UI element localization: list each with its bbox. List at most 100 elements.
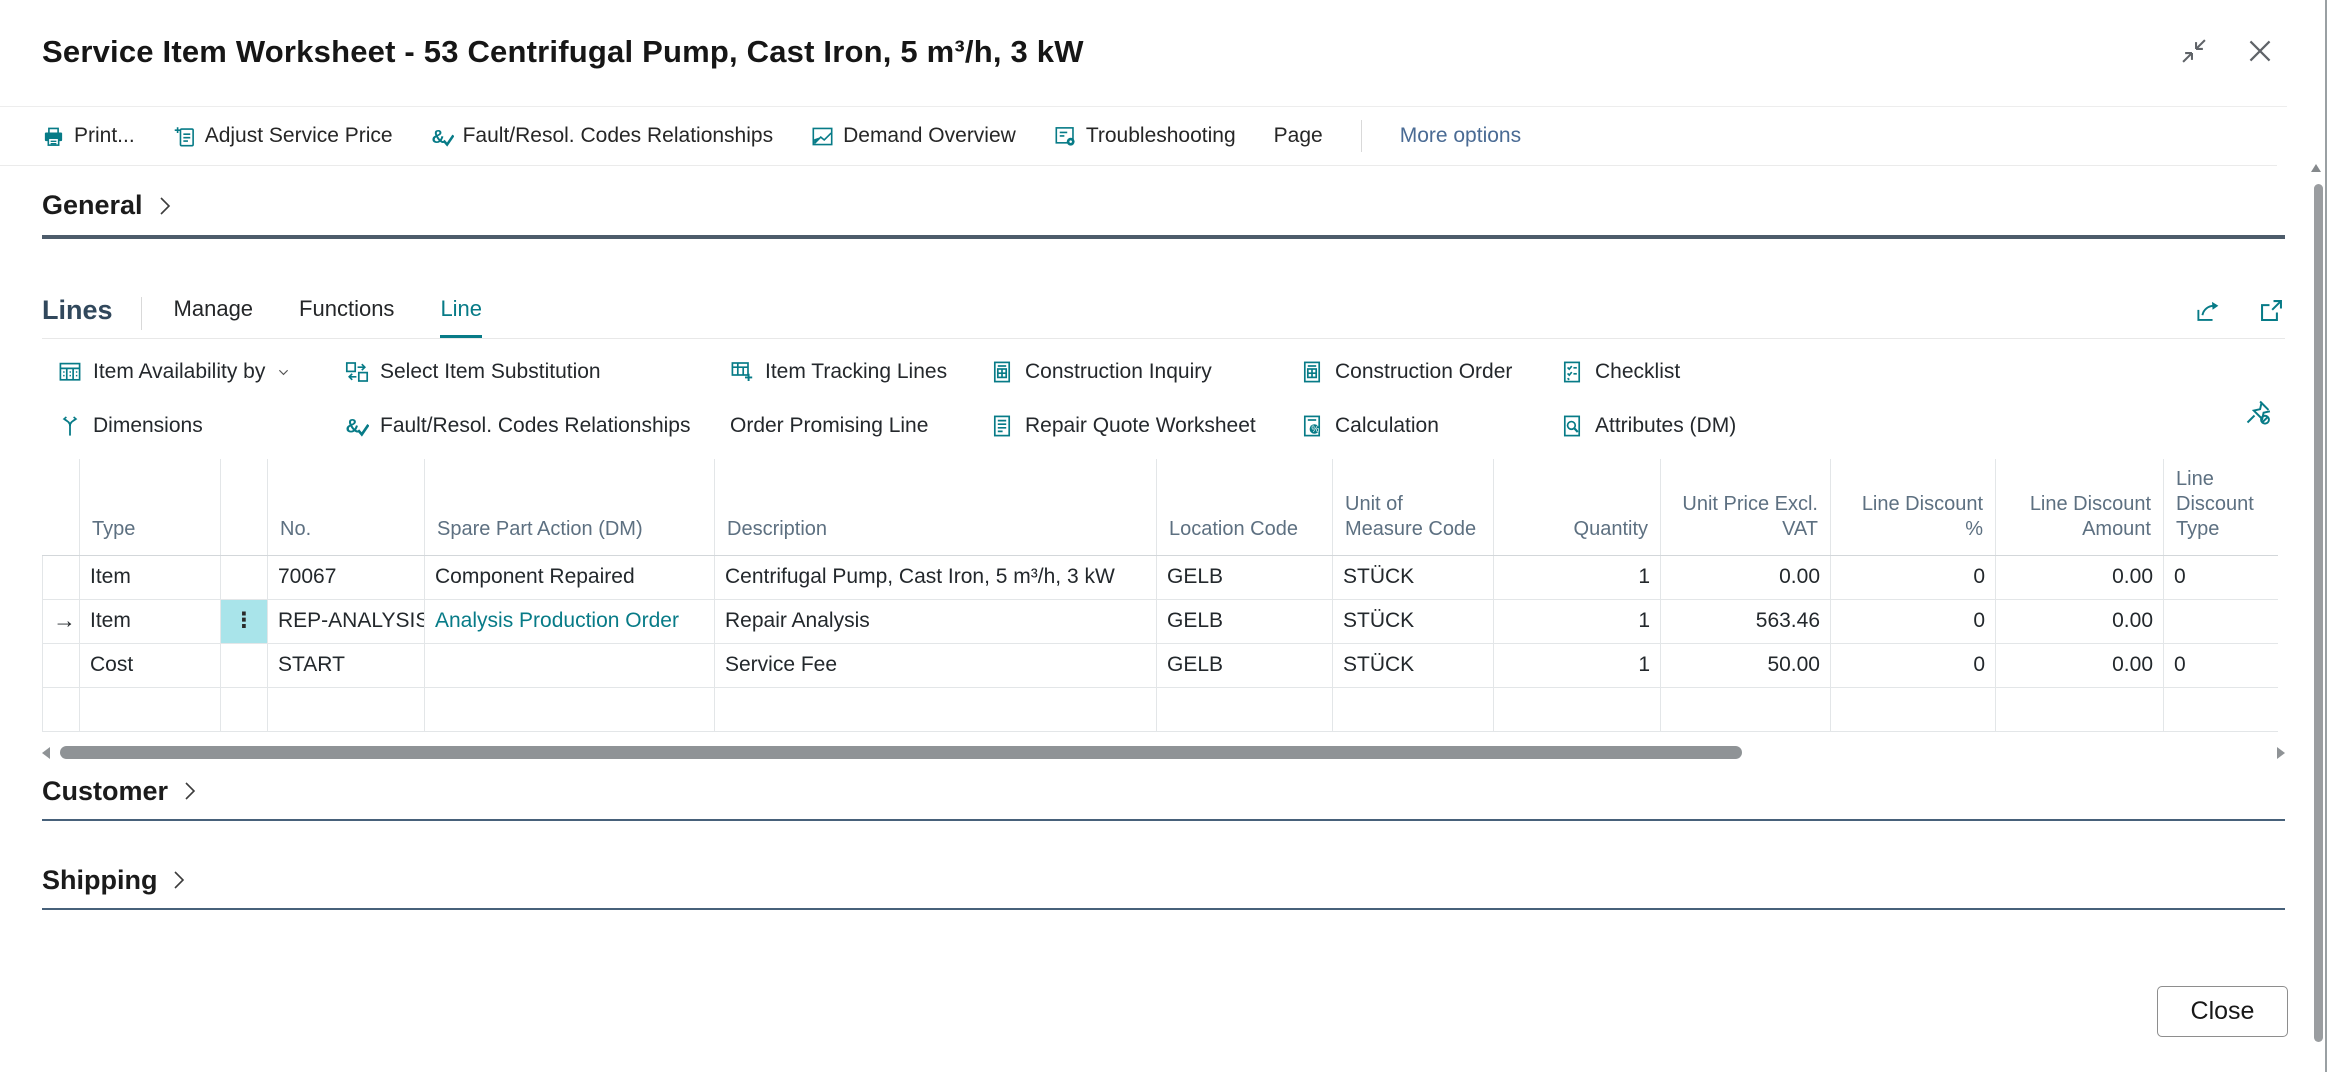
tab-manage[interactable]: Manage [174,296,254,338]
toolbar-button-demand-overview[interactable]: Demand Overview [811,124,1016,148]
action-construction-order[interactable]: Construction Order [1300,359,1512,385]
action-checklist[interactable]: Checklist [1560,359,1680,385]
cell-no[interactable]: 70067 [268,555,425,599]
action-construction-inquiry[interactable]: Construction Inquiry [990,359,1212,385]
cell-line_discount_type[interactable] [2164,687,2278,731]
cell-spare_part_action[interactable] [425,643,715,687]
cell-location_code[interactable]: GELB [1157,643,1333,687]
action-order-promising-line[interactable]: Order Promising Line [730,413,928,439]
action-dimensions[interactable]: Dimensions [58,413,203,439]
cell-unit_price[interactable]: 563.46 [1661,599,1831,643]
cell-location_code[interactable] [1157,687,1333,731]
cell-line_discount_amount[interactable]: 0.00 [1996,643,2164,687]
cell-spare_part_action[interactable] [425,687,715,731]
cell-type[interactable]: Item [80,555,221,599]
column-header-no[interactable]: No. [268,459,425,555]
action-fault-resol-codes-relationships[interactable]: &Fault/Resol. Codes Relationships [345,413,691,439]
column-header-line-discount-type[interactable]: Line Discount Type [2164,459,2278,555]
cell-unit_price[interactable] [1661,687,1831,731]
section-customer-header[interactable]: Customer [42,776,200,807]
cell-no[interactable]: START [268,643,425,687]
vertical-scrollbar[interactable] [2310,140,2324,1072]
toolbar-button-print[interactable]: Print... [42,124,135,148]
column-header-unit-price-excl-vat[interactable]: Unit Price Excl. VAT [1661,459,1831,555]
horizontal-scroll-track[interactable] [57,746,2270,759]
cell-description[interactable] [715,687,1157,731]
toolbar-button-adjust-service-price[interactable]: Adjust Service Price [173,124,393,148]
action-attributes-dm[interactable]: Attributes (DM) [1560,413,1736,439]
cell-uom_code[interactable]: STÜCK [1333,555,1494,599]
row-menu-cell[interactable] [221,643,268,687]
column-header-line-discount-amount[interactable]: Line Discount Amount [1996,459,2164,555]
action-item-availability-by[interactable]: Item Availability by [58,359,291,385]
cell-quantity[interactable] [1494,687,1661,731]
toolbar-button-fault-resol-codes-relationships[interactable]: &Fault/Resol. Codes Relationships [431,124,774,148]
cell-type[interactable] [80,687,221,731]
more-options-button[interactable]: More options [1400,124,1521,148]
column-header-quantity[interactable]: Quantity [1494,459,1661,555]
row-menu-cell[interactable] [221,555,268,599]
cell-no[interactable] [268,687,425,731]
action-select-item-substitution[interactable]: Select Item Substitution [345,359,601,385]
cell-type[interactable]: Item [80,599,221,643]
expand-icon[interactable] [2258,297,2285,324]
cell-quantity[interactable]: 1 [1494,555,1661,599]
cell-line_discount_pct[interactable]: 0 [1831,599,1996,643]
cell-uom_code[interactable]: STÜCK [1333,643,1494,687]
cell-spare_part_action[interactable]: Analysis Production Order [425,599,715,643]
cell-type[interactable]: Cost [80,643,221,687]
column-header-description[interactable]: Description [715,459,1157,555]
cell-description[interactable]: Repair Analysis [715,599,1157,643]
row-menu-cell[interactable] [221,687,268,731]
cell-spare_part_action[interactable]: Component Repaired [425,555,715,599]
spare-part-action-link[interactable]: Analysis Production Order [435,609,679,632]
row-menu-cell[interactable]: ⋮ [221,599,268,643]
column-header-location-code[interactable]: Location Code [1157,459,1333,555]
action-item-tracking-lines[interactable]: Item Tracking Lines [730,359,947,385]
cell-location_code[interactable]: GELB [1157,599,1333,643]
scroll-left-icon[interactable] [42,747,50,759]
cell-line_discount_type[interactable] [2164,599,2278,643]
column-header-unit-of-measure-code[interactable]: Unit of Measure Code [1333,459,1494,555]
cell-no[interactable]: REP-ANALYSIS [268,599,425,643]
action-repair-quote-worksheet[interactable]: Repair Quote Worksheet [990,413,1256,439]
horizontal-scroll-thumb[interactable] [60,746,1742,759]
cell-uom_code[interactable] [1333,687,1494,731]
scroll-up-icon[interactable] [2311,164,2321,172]
tab-functions[interactable]: Functions [299,296,394,338]
close-icon[interactable] [2245,36,2275,66]
pin-off-icon[interactable] [2244,398,2272,426]
cell-description[interactable]: Service Fee [715,643,1157,687]
share-icon[interactable] [2195,297,2222,324]
column-header-menu [221,459,268,555]
cell-quantity[interactable]: 1 [1494,599,1661,643]
cell-line_discount_type[interactable]: 0 [2164,643,2278,687]
column-header-line-discount[interactable]: Line Discount % [1831,459,1996,555]
scroll-right-icon[interactable] [2277,747,2285,759]
collapse-icon[interactable] [2179,36,2209,66]
section-shipping-header[interactable]: Shipping [42,865,189,896]
cell-line_discount_pct[interactable]: 0 [1831,555,1996,599]
cell-line_discount_pct[interactable]: 0 [1831,643,1996,687]
cell-line_discount_pct[interactable] [1831,687,1996,731]
horizontal-scrollbar[interactable] [42,746,2285,760]
cell-line_discount_amount[interactable]: 0.00 [1996,599,2164,643]
cell-line_discount_amount[interactable] [1996,687,2164,731]
cell-unit_price[interactable]: 50.00 [1661,643,1831,687]
action-calculation[interactable]: %Calculation [1300,413,1439,439]
vertical-scroll-thumb[interactable] [2314,184,2323,1042]
cell-line_discount_amount[interactable]: 0.00 [1996,555,2164,599]
cell-uom_code[interactable]: STÜCK [1333,599,1494,643]
toolbar-button-page[interactable]: Page [1274,124,1323,148]
cell-location_code[interactable]: GELB [1157,555,1333,599]
cell-description[interactable]: Centrifugal Pump, Cast Iron, 5 m³/h, 3 k… [715,555,1157,599]
column-header-spare-part-action-dm[interactable]: Spare Part Action (DM) [425,459,715,555]
section-general-header[interactable]: General [42,190,175,221]
tab-line[interactable]: Line [440,296,482,338]
column-header-type[interactable]: Type [80,459,221,555]
cell-unit_price[interactable]: 0.00 [1661,555,1831,599]
toolbar-button-troubleshooting[interactable]: Troubleshooting [1054,124,1236,148]
close-button[interactable]: Close [2157,986,2288,1037]
cell-line_discount_type[interactable]: 0 [2164,555,2278,599]
cell-quantity[interactable]: 1 [1494,643,1661,687]
